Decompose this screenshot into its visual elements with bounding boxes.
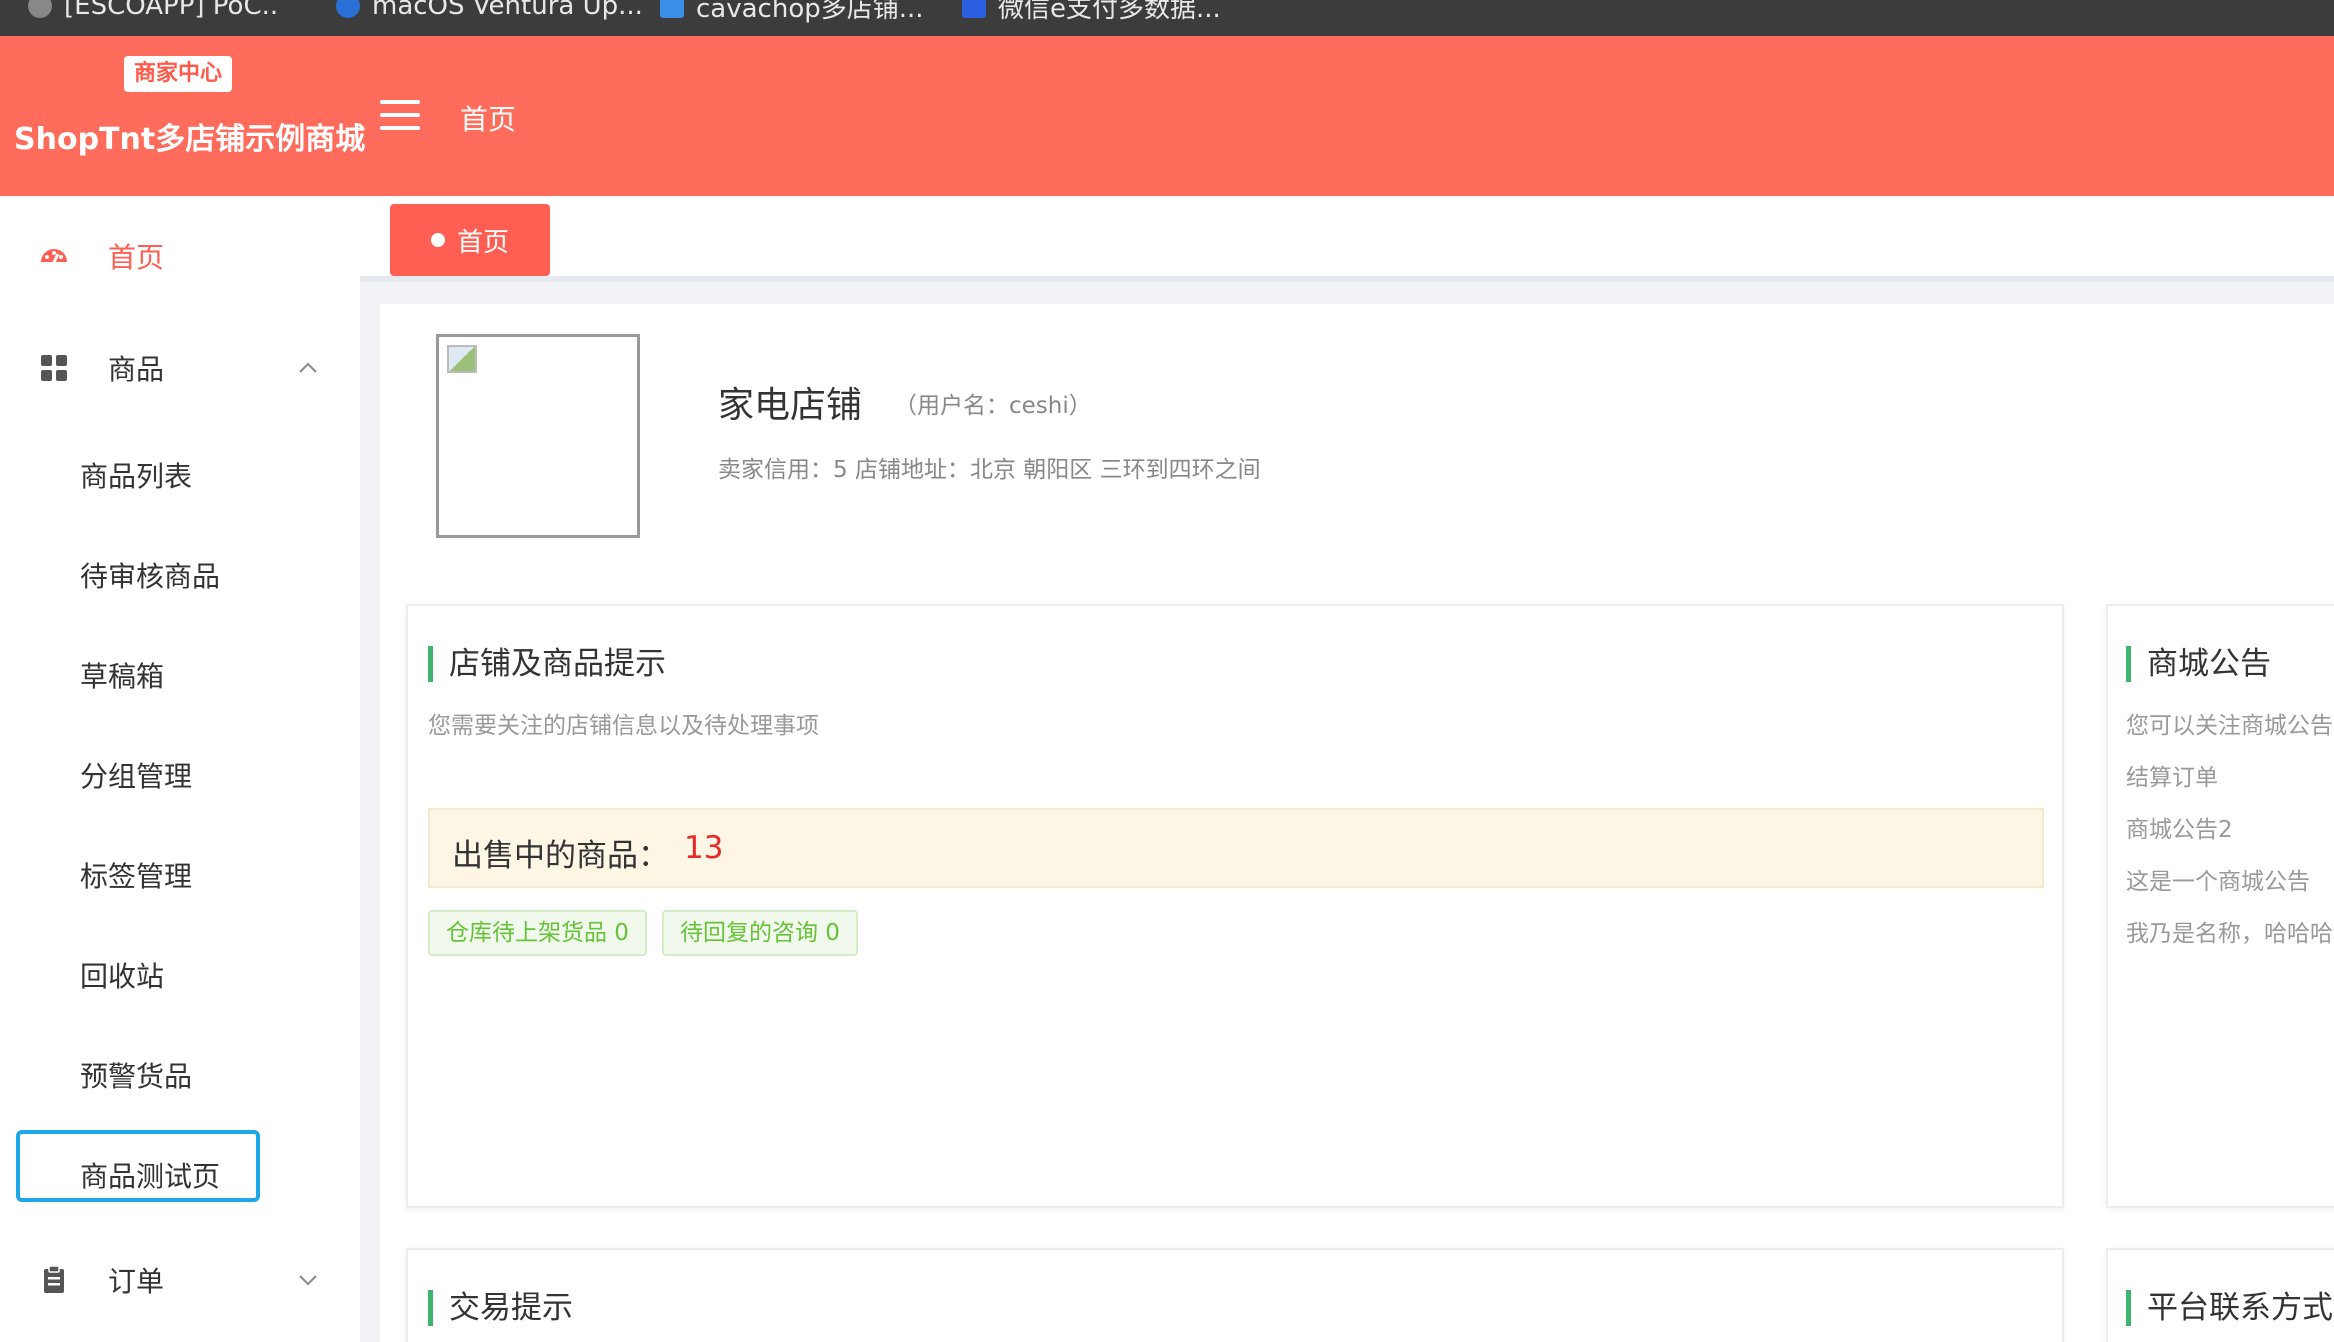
warehouse-pending-tag[interactable]: 仓库待上架货品 0	[428, 910, 647, 956]
site-icon	[962, 0, 986, 18]
shop-info: 卖家信用：5 店铺地址：北京 朝阳区 三环到四环之间	[718, 457, 1261, 483]
onsale-goods-banner: 出售中的商品： 13	[428, 808, 2044, 888]
shop-username: （用户名：ceshi）	[894, 393, 1092, 419]
pending-consult-tag[interactable]: 待回复的咨询 0	[662, 910, 858, 956]
sidebar-item-order[interactable]: 订单	[0, 1260, 360, 1300]
brand-title[interactable]: ShopTnt多店铺示例商城	[14, 114, 365, 158]
sidebar	[0, 196, 360, 1342]
card-subtitle: 您需要关注的店铺信息以及待处理事项	[428, 713, 819, 739]
notice-item[interactable]: 我乃是名称，哈哈哈	[2126, 914, 2333, 948]
site-icon	[336, 0, 360, 18]
bookmark-3[interactable]: cavachop多店铺...	[660, 0, 924, 26]
card-title: 商城公告	[2126, 646, 2271, 682]
merchant-center-badge: 商家中心	[124, 56, 233, 92]
site-icon	[660, 0, 684, 18]
platform-contact-card	[2106, 1248, 2334, 1342]
clipboard-icon	[44, 1265, 64, 1293]
shop-name: 家电店铺	[718, 385, 863, 426]
mall-notice-card	[2106, 604, 2334, 1208]
dot-icon	[430, 233, 445, 247]
header-home-link[interactable]: 首页	[460, 98, 516, 138]
card-title: 交易提示	[428, 1290, 573, 1326]
main-content	[380, 304, 2334, 1342]
onsale-count[interactable]: 13	[684, 830, 723, 866]
sidebar-subitem-recycle[interactable]: 回收站	[80, 955, 164, 995]
sidebar-subitem-tags[interactable]: 标签管理	[80, 855, 192, 895]
shop-tips-card	[406, 604, 2064, 1208]
shop-logo	[436, 334, 640, 538]
card-title: 平台联系方式	[2126, 1290, 2333, 1326]
sidebar-subitem-goods-list[interactable]: 商品列表	[80, 455, 192, 495]
tab-home[interactable]: 首页	[390, 204, 550, 276]
sidebar-subitem-warning-stock[interactable]: 预警货品	[80, 1055, 192, 1095]
sidebar-item-label: 首页	[108, 241, 165, 274]
sidebar-subitem-drafts[interactable]: 草稿箱	[80, 655, 164, 695]
sidebar-item-goods[interactable]: 商品	[0, 348, 360, 388]
notice-item[interactable]: 这是一个商城公告	[2126, 862, 2310, 896]
card-subtitle: 您可以关注商城公告	[2126, 713, 2333, 739]
notice-item[interactable]: 商城公告2	[2126, 810, 2233, 844]
dashboard-icon	[41, 249, 67, 263]
notice-item[interactable]: 结算订单	[2126, 758, 2218, 792]
trade-tips-card	[406, 1248, 2064, 1342]
card-title: 店铺及商品提示	[428, 646, 666, 682]
bookmark-1[interactable]: [ESCOAPP] PoC..	[28, 0, 278, 26]
sidebar-item-label: 订单	[108, 1265, 165, 1298]
sidebar-subitem-goods-test[interactable]: 商品测试页	[80, 1155, 220, 1195]
sidebar-item-home[interactable]: 首页	[0, 236, 360, 276]
bookmark-4[interactable]: 微信e支付多数据...	[962, 0, 1221, 26]
sidebar-subitem-groups[interactable]: 分组管理	[80, 755, 192, 795]
onsale-label: 出售中的商品：	[452, 838, 669, 874]
globe-icon	[28, 0, 52, 18]
chevron-up-icon	[299, 362, 317, 373]
broken-image-icon	[447, 345, 477, 373]
bookmark-2[interactable]: macOS Ventura Up...	[336, 0, 643, 26]
sidebar-subitem-pending-review[interactable]: 待审核商品	[80, 555, 220, 595]
menu-toggle-icon[interactable]	[380, 100, 420, 130]
grid-icon	[41, 355, 67, 381]
top-header	[0, 36, 2334, 196]
sidebar-item-label: 商品	[108, 353, 165, 386]
selected-item-outline	[16, 1130, 260, 1202]
chevron-down-icon	[299, 1275, 317, 1286]
browser-bookmarks-bar: [ESCOAPP] PoC.. macOS Ventura Up... cava…	[0, 0, 2334, 36]
tab-bar	[360, 196, 2334, 282]
